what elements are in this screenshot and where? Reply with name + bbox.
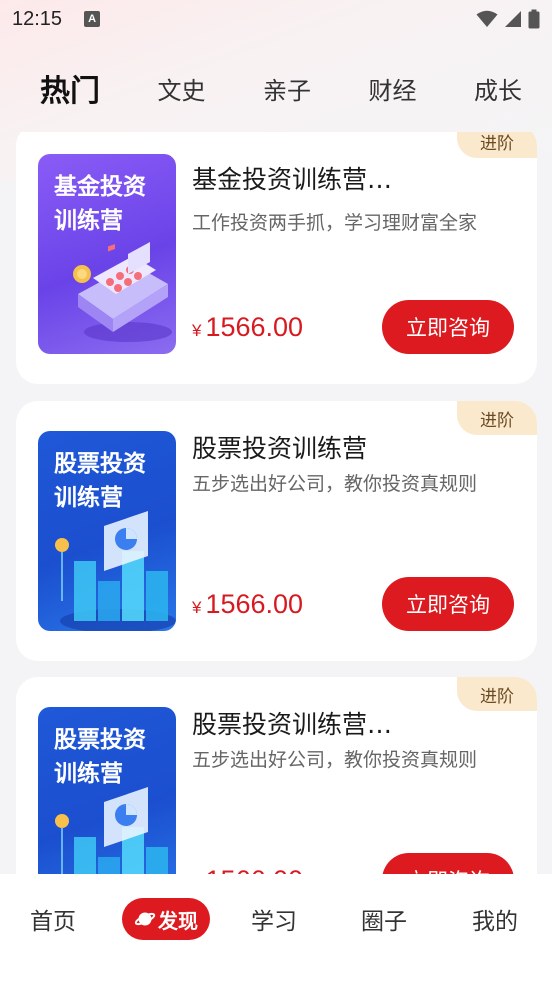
status-time: 12:15	[12, 7, 63, 30]
status-bar: 12:15 A	[0, 0, 552, 38]
status-icons	[476, 9, 540, 29]
currency-symbol: ¥	[192, 321, 202, 340]
nav-mine[interactable]: 我的	[472, 898, 518, 940]
wifi-icon	[476, 10, 498, 27]
course-subtitle: 五步选出好公司，教你投资真规则	[192, 749, 478, 771]
course-price: ¥ 1566.00	[192, 589, 303, 620]
thumbnail-title-line: 训练营	[54, 208, 123, 234]
course-card[interactable]: 进阶 股票投资 训练营 股票投资训练营… 五步选出好公司，教你投资真规则	[16, 677, 537, 874]
nav-circle[interactable]: 圈子	[361, 898, 407, 940]
course-subtitle: 五步选出好公司，教你投资真规则	[192, 473, 478, 495]
nav-study[interactable]: 学习	[251, 898, 297, 940]
course-list[interactable]: 进阶 基金投资 训练营 基金投资训练营… 工作投资两手抓，学习理财富全家 ¥ 1…	[0, 132, 552, 874]
nav-discover[interactable]: 发现	[122, 898, 210, 940]
tab-label: 热门	[40, 74, 100, 109]
price-value: 1566.00	[205, 865, 303, 874]
course-card[interactable]: 进阶 股票投资 训练营 股票投资训练营 五步选出好公司，教你投资真规则 ¥ 15…	[16, 401, 537, 661]
thumbnail-title: 股票投资 训练营	[54, 723, 146, 791]
tab-parenting[interactable]: 亲子	[261, 71, 313, 106]
tab-label: 成长	[474, 76, 522, 105]
thumbnail-title-line: 股票投资	[54, 451, 146, 477]
course-title: 股票投资训练营…	[192, 710, 393, 739]
battery-icon	[528, 9, 540, 29]
category-tabs: 热门 文史 亲子 财经 成长	[0, 60, 552, 116]
tab-label: 财经	[368, 76, 417, 105]
level-badge: 进阶	[457, 677, 537, 711]
course-price: ¥ 1566.00	[192, 312, 303, 343]
price-value: 1566.00	[205, 589, 304, 619]
bottom-nav: 首页 发现 学习 圈子 我的	[0, 874, 552, 983]
thumbnail-title: 基金投资 训练营	[54, 170, 146, 238]
course-thumbnail: 股票投资 训练营	[38, 707, 176, 874]
thumbnail-title-line: 训练营	[54, 761, 123, 787]
consult-button[interactable]: 立即咨询	[382, 853, 514, 874]
tab-growth[interactable]: 成长	[472, 71, 524, 106]
course-thumbnail: 股票投资 训练营	[38, 431, 176, 631]
nav-discover-label: 发现	[158, 908, 198, 933]
currency-symbol: ¥	[192, 598, 202, 617]
tab-hot[interactable]: 热门	[38, 66, 104, 114]
course-price: ¥ 1566.00	[192, 865, 303, 874]
thumbnail-title: 股票投资 训练营	[54, 447, 146, 515]
tab-history[interactable]: 文史	[156, 71, 208, 106]
course-title: 基金投资训练营…	[192, 165, 393, 194]
level-badge: 进阶	[457, 401, 537, 435]
consult-button[interactable]: 立即咨询	[382, 300, 514, 354]
tab-finance[interactable]: 财经	[367, 71, 419, 106]
thumbnail-title-line: 基金投资	[54, 174, 146, 200]
tab-label: 文史	[157, 76, 206, 105]
course-thumbnail: 基金投资 训练营	[38, 154, 176, 354]
nav-home[interactable]: 首页	[30, 898, 76, 940]
course-title: 股票投资训练营	[192, 434, 368, 463]
consult-button[interactable]: 立即咨询	[382, 577, 514, 631]
notification-icon: A	[84, 11, 101, 27]
course-subtitle: 工作投资两手抓，学习理财富全家	[192, 212, 478, 234]
price-value: 1566.00	[205, 312, 304, 342]
signal-icon	[505, 11, 521, 27]
level-badge: 进阶	[457, 132, 537, 158]
planet-icon	[134, 912, 156, 926]
thumbnail-title-line: 训练营	[54, 485, 123, 511]
course-card[interactable]: 进阶 基金投资 训练营 基金投资训练营… 工作投资两手抓，学习理财富全家 ¥ 1…	[16, 132, 537, 384]
tab-label: 亲子	[263, 76, 311, 105]
thumbnail-title-line: 股票投资	[54, 727, 146, 753]
